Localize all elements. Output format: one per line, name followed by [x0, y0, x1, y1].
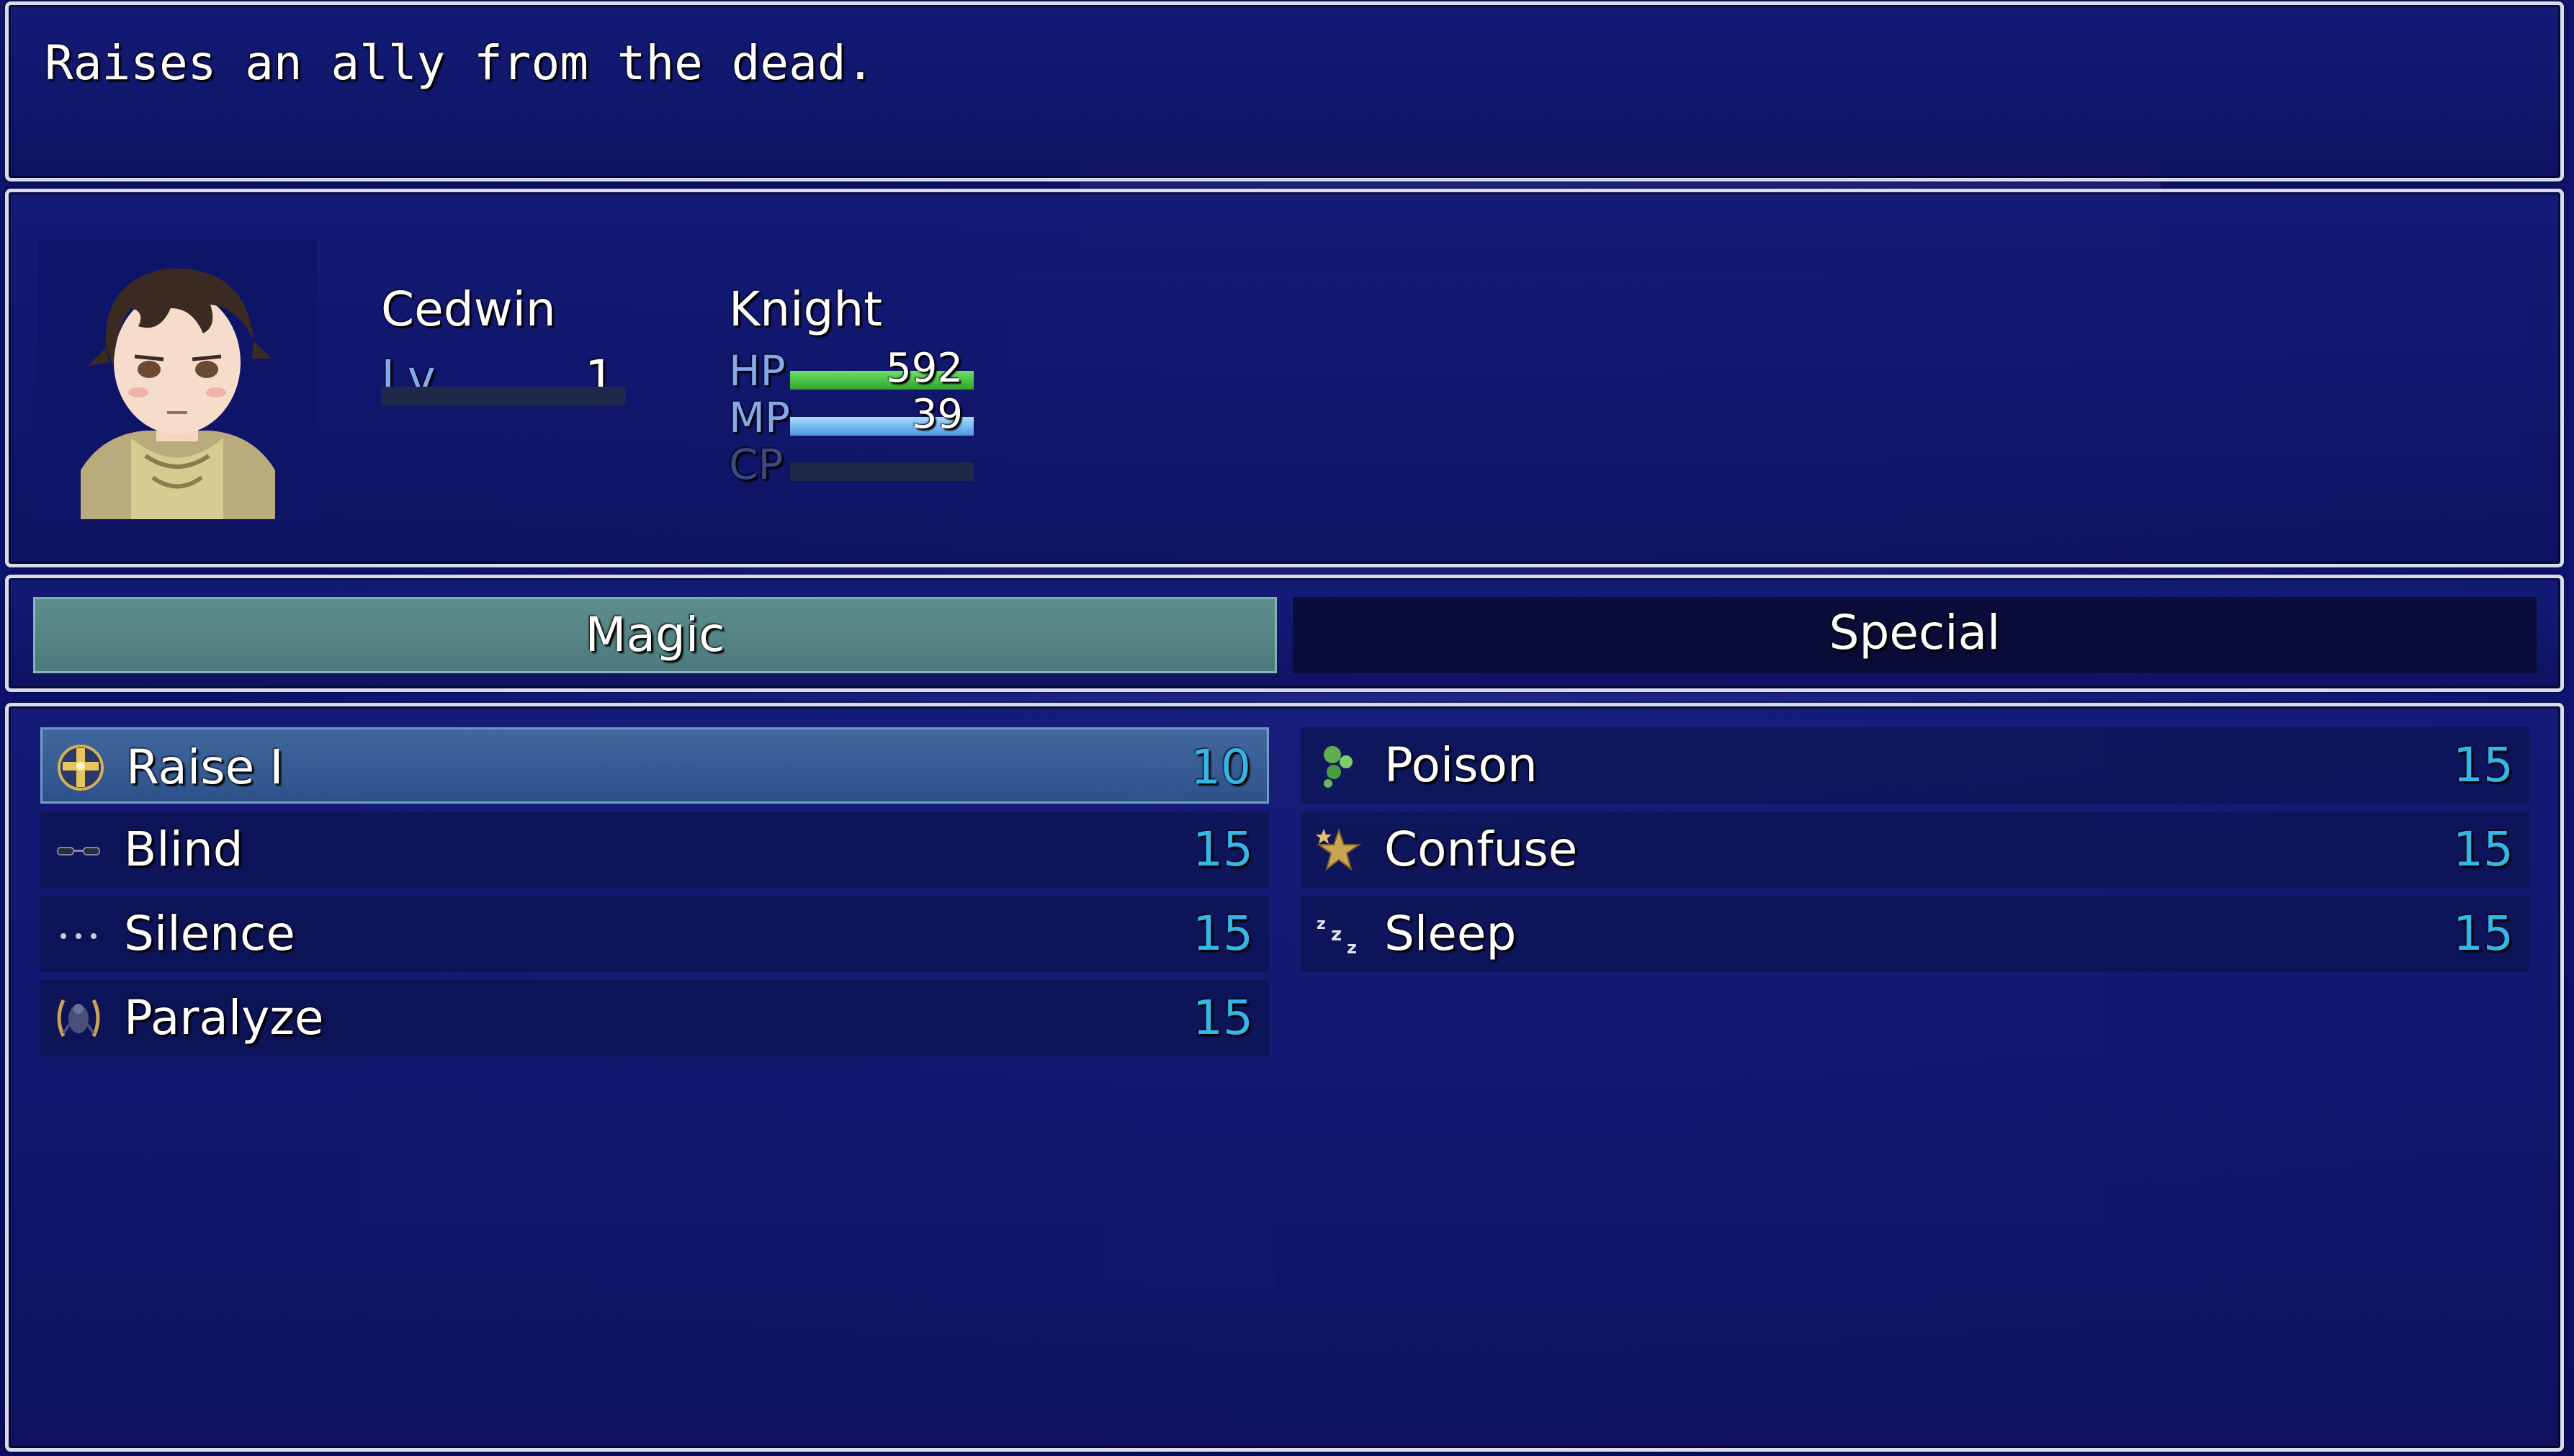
svg-text:z: z [1331, 924, 1342, 945]
stars-icon [1316, 827, 1362, 871]
skill-cost: 15 [1193, 822, 1253, 877]
skill-cost: 15 [2453, 737, 2514, 793]
skill-name: Poison [1384, 737, 1538, 793]
cp-label: CP [729, 440, 784, 489]
cp-gauge [790, 462, 974, 481]
actor-class: Knight [729, 282, 883, 337]
actor-name: Cedwin [381, 282, 556, 337]
hp-label: HP [729, 346, 786, 395]
skill-item-poison[interactable]: Poison 15 [1301, 727, 2529, 804]
poison-bubbles-icon [1324, 746, 1353, 788]
tab-special[interactable]: Special [1293, 597, 2537, 673]
skill-cost: 15 [1193, 906, 1253, 961]
skill-name: Blind [124, 822, 243, 877]
skill-name: Sleep [1384, 906, 1517, 961]
exp-gauge [381, 387, 626, 405]
skill-item-raise[interactable]: Raise I 10 [40, 727, 1269, 804]
knight-portrait-image [81, 268, 275, 519]
svg-text:z: z [1347, 938, 1357, 958]
actor-portrait [37, 240, 317, 519]
mp-label: MP [729, 393, 791, 442]
hp-value: 592 [886, 345, 963, 392]
skill-item-blind[interactable]: Blind 15 [40, 812, 1269, 888]
skill-name: Silence [124, 906, 295, 961]
skill-item-paralyze[interactable]: Paralyze 15 [40, 980, 1269, 1056]
mp-value: 39 [911, 391, 963, 438]
skill-cost: 10 [1190, 740, 1251, 795]
help-text: Raises an ally from the dead. [45, 35, 875, 91]
tab-special-label: Special [1829, 605, 2001, 660]
skill-name: Paralyze [124, 990, 324, 1046]
help-window: Raises an ally from the dead. [5, 1, 2564, 181]
tab-magic-label: Magic [585, 607, 725, 662]
paralyze-spirit-icon [57, 999, 100, 1038]
actor-status-window: Cedwin Lv 1 Knight HP 592 MP 39 CP [5, 189, 2564, 567]
svg-text:z: z [1317, 915, 1326, 933]
skill-cost: 15 [1193, 990, 1253, 1046]
sunglasses-icon [57, 847, 100, 855]
skill-item-silence[interactable]: Silence 15 [40, 896, 1269, 972]
ellipsis-icon [60, 933, 97, 939]
skill-cost: 15 [2453, 822, 2514, 877]
skill-item-confuse[interactable]: Confuse 15 [1301, 812, 2529, 888]
skill-item-sleep[interactable]: z z z Sleep 15 [1301, 896, 2529, 972]
skill-name: Confuse [1384, 822, 1578, 877]
holy-cross-icon [58, 745, 104, 791]
skill-cost: 15 [2453, 906, 2514, 961]
tab-magic[interactable]: Magic [33, 597, 1277, 673]
zzz-icon: z z z [1317, 915, 1357, 958]
skill-name: Raise I [126, 740, 284, 795]
